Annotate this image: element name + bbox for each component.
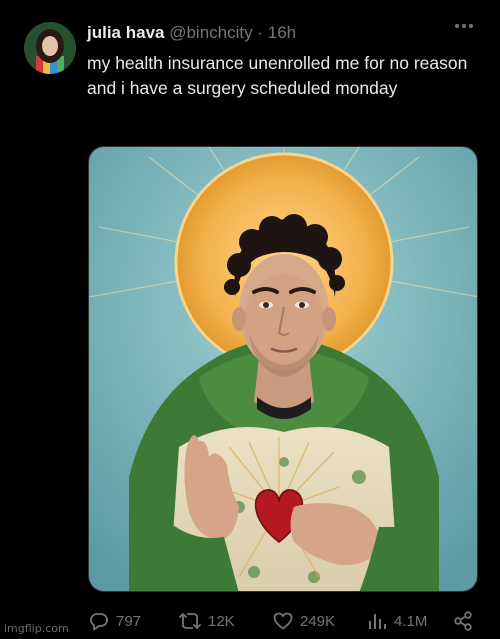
- more-horizontal-icon: [455, 24, 473, 28]
- action-bar: 797 12K 249K 4.1M: [0, 604, 500, 638]
- tweet-image[interactable]: [88, 146, 478, 592]
- views-chart-icon: [369, 614, 386, 629]
- tweet-text: my health insurance unenrolled me for no…: [87, 53, 468, 98]
- share-icon: [454, 611, 472, 631]
- timestamp[interactable]: 16h: [268, 23, 296, 42]
- repost-icon: [179, 613, 201, 629]
- saint-portrait-illustration: [89, 147, 477, 591]
- reply-count: 797: [116, 612, 142, 630]
- like-count: 249K: [300, 612, 336, 630]
- avatar[interactable]: [24, 22, 76, 74]
- repost-count: 12K: [208, 612, 235, 630]
- share-button[interactable]: [452, 610, 480, 632]
- views-button[interactable]: 4.1M: [366, 610, 427, 632]
- reply-button[interactable]: 797: [88, 610, 141, 632]
- repost-button[interactable]: 12K: [178, 610, 235, 632]
- separator-dot: ·: [257, 23, 264, 42]
- tweet-header: julia hava @binchcity · 16h: [87, 23, 296, 43]
- views-count: 4.1M: [394, 612, 428, 630]
- more-button[interactable]: [450, 16, 478, 36]
- user-handle[interactable]: @binchcity: [169, 23, 252, 42]
- reply-icon: [90, 613, 108, 631]
- imgflip-watermark: imgflip.com: [4, 622, 69, 635]
- display-name[interactable]: julia hava: [87, 23, 164, 42]
- heart-icon: [273, 612, 293, 630]
- tweet: julia hava @binchcity · 16h my health in…: [0, 0, 500, 639]
- like-button[interactable]: 249K: [272, 610, 335, 632]
